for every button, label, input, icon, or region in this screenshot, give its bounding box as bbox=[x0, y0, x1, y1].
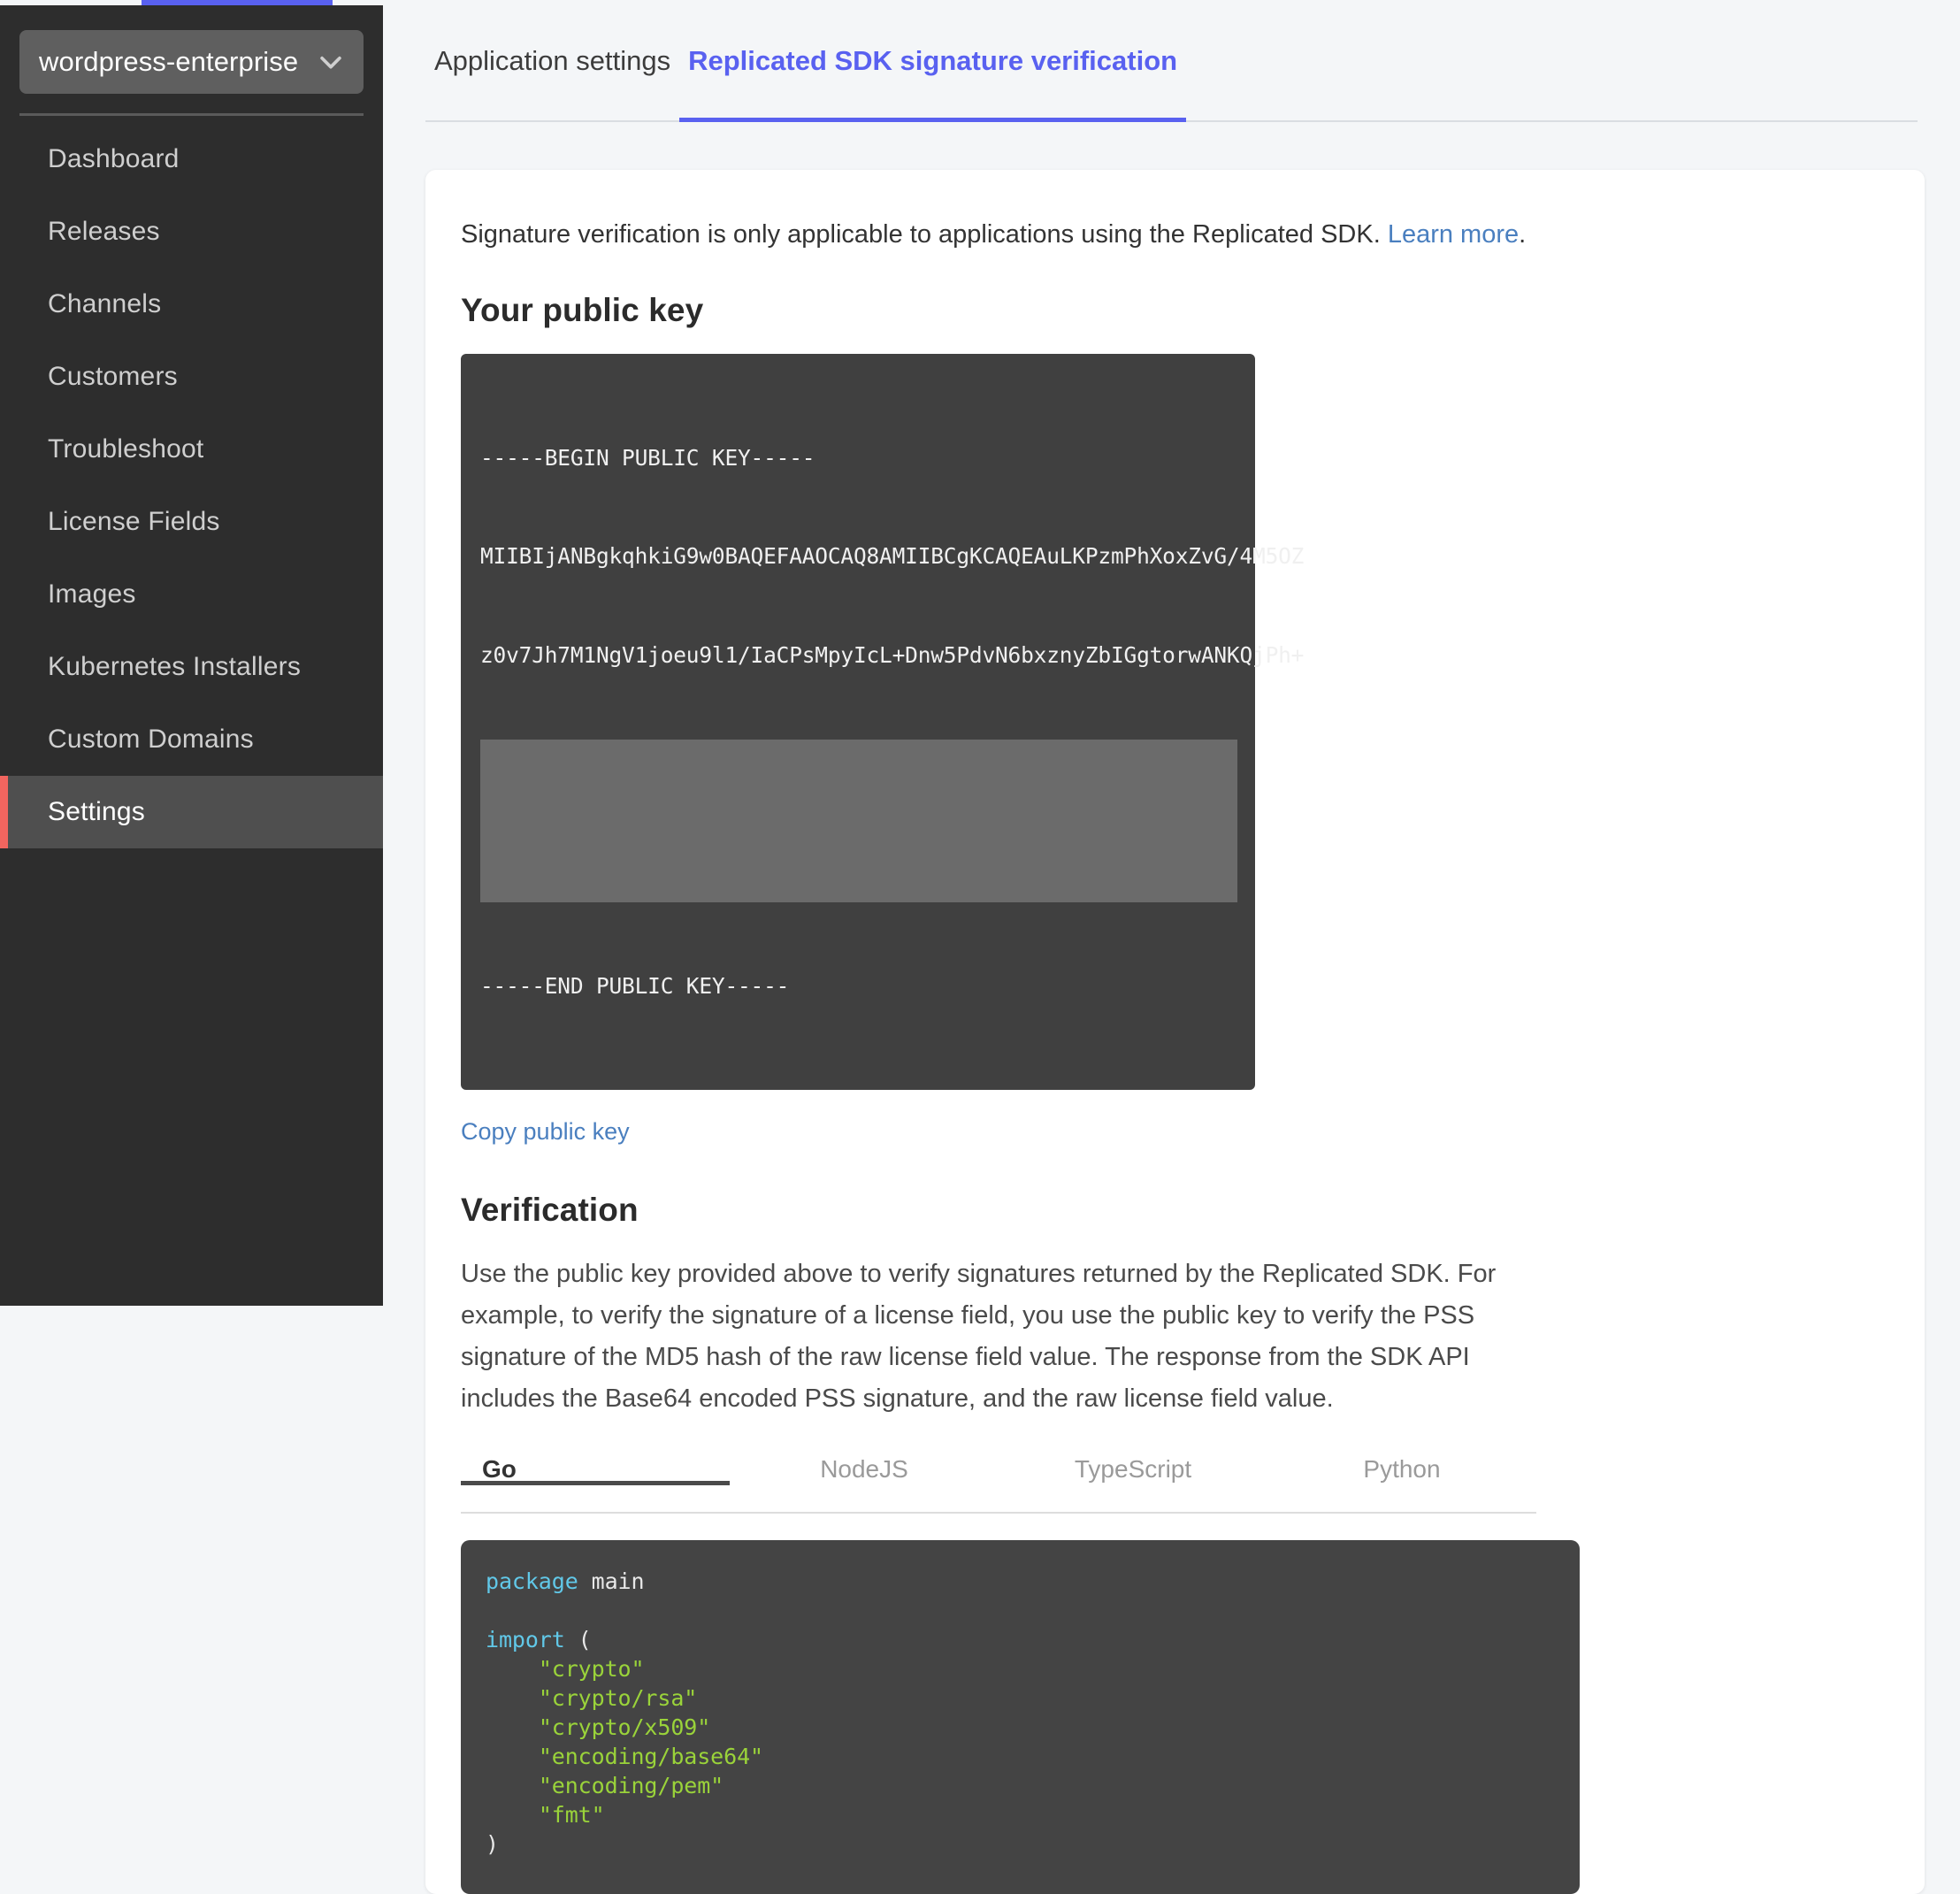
settings-tabbar: Application settings Replicated SDK sign… bbox=[425, 0, 1918, 122]
sidebar-item-releases[interactable]: Releases bbox=[0, 196, 383, 268]
sidebar-item-channels[interactable]: Channels bbox=[0, 268, 383, 341]
sidebar-item-customers[interactable]: Customers bbox=[0, 341, 383, 413]
sidebar-item-label: Kubernetes Installers bbox=[48, 652, 302, 681]
sidebar-item-settings[interactable]: Settings bbox=[0, 776, 383, 848]
code-line: "crypto/rsa" bbox=[486, 1683, 1555, 1713]
copy-public-key-button[interactable]: Copy public key bbox=[461, 1118, 630, 1146]
sidebar: wordpress-enterprise Dashboard Releases … bbox=[0, 5, 383, 1306]
public-key-heading: Your public key bbox=[461, 292, 704, 329]
verification-heading: Verification bbox=[461, 1191, 639, 1228]
signature-verification-card: Signature verification is only applicabl… bbox=[425, 170, 1925, 1894]
sidebar-nav: Dashboard Releases Channels Customers Tr… bbox=[0, 123, 383, 848]
public-key-codeblock[interactable]: -----BEGIN PUBLIC KEY----- MIIBIjANBgkqh… bbox=[461, 354, 1305, 1090]
code-token: "crypto" bbox=[538, 1655, 645, 1682]
public-key-begin-line: -----BEGIN PUBLIC KEY----- bbox=[480, 444, 815, 471]
sidebar-item-label: Customers bbox=[48, 362, 178, 391]
sidebar-item-dashboard[interactable]: Dashboard bbox=[0, 123, 383, 196]
public-key-redacted-region bbox=[480, 739, 1237, 902]
sidebar-item-label: Images bbox=[48, 579, 136, 609]
code-token: package bbox=[486, 1568, 578, 1594]
intro-period: . bbox=[1519, 220, 1527, 249]
code-token: ( bbox=[564, 1626, 592, 1652]
intro-text: Signature verification is only applicabl… bbox=[461, 216, 1889, 253]
sidebar-item-images[interactable]: Images bbox=[0, 558, 383, 631]
code-token: "crypto/x509" bbox=[538, 1714, 711, 1740]
app-selector[interactable]: wordpress-enterprise bbox=[19, 30, 364, 94]
code-token: import bbox=[486, 1626, 565, 1652]
sidebar-item-label: Custom Domains bbox=[48, 725, 254, 754]
lang-tab-nodejs[interactable]: NodeJS bbox=[730, 1450, 999, 1484]
code-line: package main bbox=[486, 1567, 1555, 1596]
code-line: "encoding/pem" bbox=[486, 1771, 1555, 1800]
lang-tab-python[interactable]: Python bbox=[1267, 1450, 1536, 1484]
code-token: "crypto/rsa" bbox=[538, 1684, 698, 1711]
sidebar-item-kubernetes-installers[interactable]: Kubernetes Installers bbox=[0, 631, 383, 703]
top-accent-bar bbox=[142, 0, 333, 5]
code-language-tabs: Go NodeJS TypeScript Python bbox=[461, 1450, 1536, 1514]
tab-replicated-sdk-signature-verification[interactable]: Replicated SDK signature verification bbox=[679, 0, 1187, 122]
lang-tab-go[interactable]: Go bbox=[461, 1450, 730, 1485]
code-line: "fmt" bbox=[486, 1800, 1555, 1829]
sidebar-item-troubleshoot[interactable]: Troubleshoot bbox=[0, 413, 383, 486]
code-line: "crypto/x509" bbox=[486, 1713, 1555, 1742]
sidebar-item-label: Releases bbox=[48, 217, 160, 246]
code-token: ) bbox=[486, 1830, 499, 1857]
code-token: "fmt" bbox=[538, 1801, 605, 1828]
sidebar-divider bbox=[19, 113, 364, 116]
app-selector-container: wordpress-enterprise bbox=[0, 5, 383, 94]
app-selector-value: wordpress-enterprise bbox=[39, 46, 299, 77]
sidebar-item-label: Dashboard bbox=[48, 144, 180, 173]
public-key-body-line: MIIBIjANBgkqhkiG9w0BAQEFAAOCAQ8AMIIBCgKC… bbox=[480, 543, 1305, 570]
sidebar-item-license-fields[interactable]: License Fields bbox=[0, 486, 383, 558]
verification-description: Use the public key provided above to ver… bbox=[461, 1259, 1497, 1413]
code-token: main bbox=[578, 1568, 645, 1594]
learn-more-link[interactable]: Learn more bbox=[1388, 220, 1519, 249]
sidebar-item-label: Settings bbox=[48, 797, 145, 826]
code-token: "encoding/pem" bbox=[538, 1772, 724, 1798]
public-key-end-line: -----END PUBLIC KEY----- bbox=[480, 973, 790, 1000]
sidebar-item-label: License Fields bbox=[48, 507, 220, 536]
code-token: "encoding/base64" bbox=[538, 1743, 763, 1769]
sidebar-item-label: Troubleshoot bbox=[48, 434, 204, 464]
code-line: ) bbox=[486, 1829, 1555, 1859]
code-line: "crypto" bbox=[486, 1654, 1555, 1683]
lang-tab-typescript[interactable]: TypeScript bbox=[999, 1450, 1267, 1484]
code-line: "encoding/base64" bbox=[486, 1742, 1555, 1771]
go-code-sample[interactable]: package main import ( "crypto" "crypto/r… bbox=[461, 1539, 1580, 1894]
public-key-body-line: z0v7Jh7M1NgV1joeu9l1/IaCPsMpyIcL+Dnw5Pdv… bbox=[480, 641, 1305, 668]
sidebar-item-label: Channels bbox=[48, 289, 162, 318]
chevron-down-icon bbox=[316, 47, 346, 77]
code-line: import ( bbox=[486, 1625, 1555, 1654]
tab-application-settings[interactable]: Application settings bbox=[425, 0, 679, 122]
sidebar-item-custom-domains[interactable]: Custom Domains bbox=[0, 703, 383, 776]
intro-sentence: Signature verification is only applicabl… bbox=[461, 220, 1388, 249]
main-content: Application settings Replicated SDK sign… bbox=[383, 0, 1960, 1894]
